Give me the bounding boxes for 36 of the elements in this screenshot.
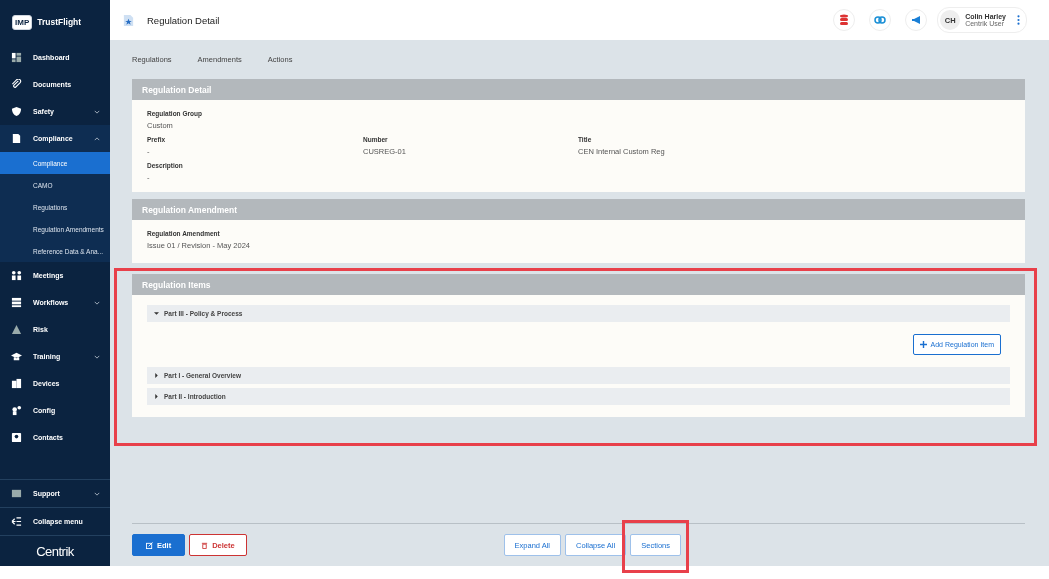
caret-icon: [94, 300, 100, 305]
more-icon: [1017, 15, 1020, 25]
database-icon[interactable]: [833, 9, 856, 31]
doc-icon: [11, 133, 22, 144]
logo-badge: IMP: [12, 14, 33, 30]
card-header: Regulation Detail: [132, 79, 1025, 100]
cap-icon: [11, 351, 22, 362]
brand-name: TrustFlight: [37, 17, 82, 27]
caret-icon: [154, 394, 159, 399]
link-icon[interactable]: [869, 9, 892, 31]
caret-icon: [94, 354, 100, 359]
grid-icon: [11, 52, 22, 63]
caret-icon: [94, 109, 100, 114]
megaphone-icon[interactable]: [905, 9, 928, 31]
page-title: Regulation Detail: [147, 14, 220, 26]
caret-icon: [154, 373, 159, 378]
tri-icon: [11, 324, 22, 335]
config-icon: [11, 405, 22, 416]
shield-icon: [11, 106, 22, 117]
caret-icon: [154, 311, 159, 316]
people-icon: [11, 270, 22, 281]
clip-icon: [11, 79, 22, 90]
caret-icon: [94, 136, 100, 141]
centrik-logo: Centrik: [36, 543, 74, 559]
edit-icon: [146, 541, 153, 549]
contact-icon: [11, 432, 22, 443]
panel-icon: [11, 488, 22, 499]
caret-icon: [94, 491, 100, 496]
collapse-menu-icon: [11, 516, 22, 527]
trash-icon: [201, 541, 209, 549]
devices-icon: [11, 378, 22, 389]
plus-icon: [919, 341, 927, 348]
card-header: Regulation Items: [132, 274, 1025, 295]
card-header: Regulation Amendment: [132, 199, 1025, 220]
stack-icon: [11, 297, 22, 308]
document-star-icon: [122, 13, 135, 27]
